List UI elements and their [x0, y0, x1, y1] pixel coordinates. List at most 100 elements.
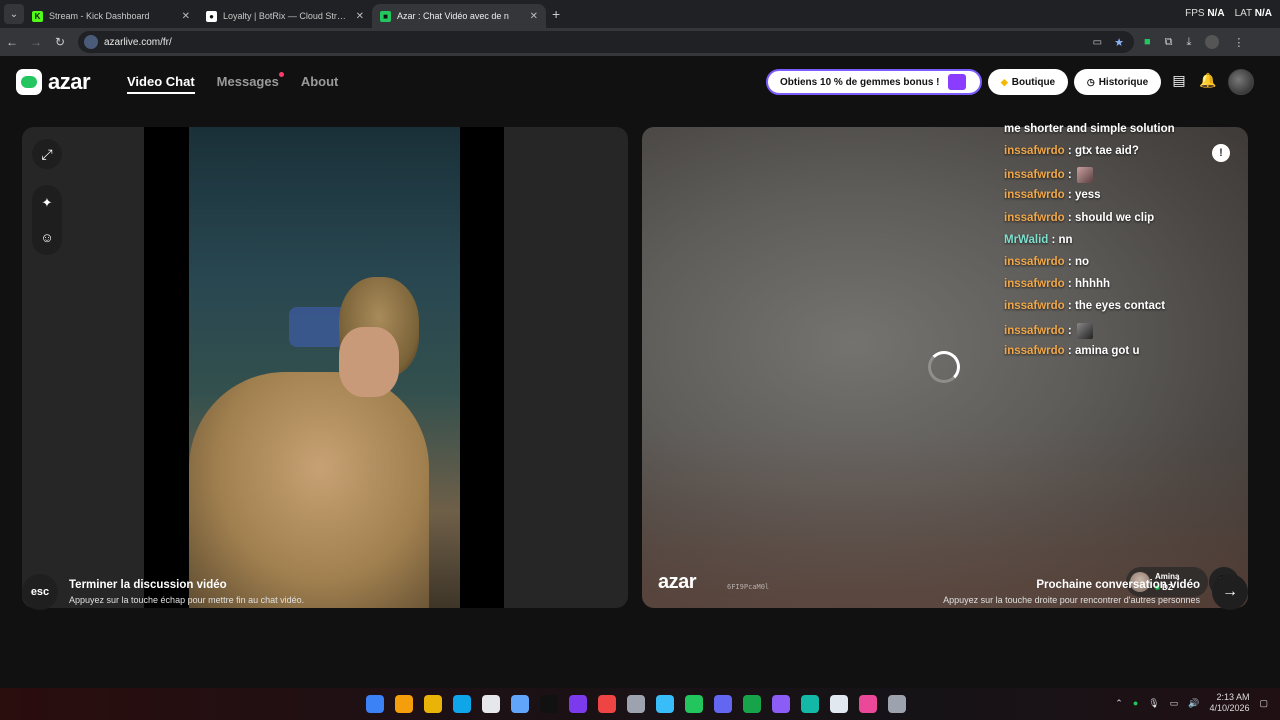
user-avatar[interactable]	[1228, 69, 1254, 95]
chat-message: inssafwrdo : the eyes contact	[1004, 300, 1165, 312]
next-chat-hint: Prochaine conversation vidéo Appuyez sur…	[943, 579, 1200, 605]
taskbar-app-icon[interactable]	[395, 695, 413, 713]
taskbar-app-icon[interactable]	[424, 695, 442, 713]
forward-icon[interactable]: →	[24, 35, 48, 49]
taskbar-apps	[366, 695, 906, 713]
chat-message: MrWalid : nn	[1004, 234, 1073, 246]
address-bar[interactable]: azarlive.com/fr/ ▭ ★	[78, 31, 1134, 53]
profile-avatar[interactable]	[1205, 35, 1220, 49]
taskbar-app-icon[interactable]	[772, 695, 790, 713]
tab-close-icon[interactable]: ✕	[182, 11, 190, 22]
taskbar-app-icon[interactable]	[453, 695, 471, 713]
tab-title: Loyalty | BotRix — Cloud Stream	[223, 11, 350, 21]
chat-username: inssafwrdo	[1004, 211, 1065, 224]
chat-text: nn	[1058, 233, 1073, 246]
tab-close-icon[interactable]: ✕	[356, 11, 364, 22]
bookmark-star-icon[interactable]: ★	[1114, 36, 1124, 49]
chat-separator: :	[1064, 189, 1075, 202]
taskbar-app-icon[interactable]	[511, 695, 529, 713]
new-tab-icon[interactable]: +	[552, 6, 560, 22]
taskbar-app-icon[interactable]	[598, 695, 616, 713]
network-icon[interactable]: ▭	[1170, 698, 1179, 709]
taskbar-app-icon[interactable]	[482, 695, 500, 713]
chat-username: MrWalid	[1004, 233, 1049, 246]
taskbar-app-icon[interactable]	[366, 695, 384, 713]
self-camera-feed	[189, 127, 460, 608]
bell-icon[interactable]: 🔔	[1198, 72, 1218, 92]
taskbar-app-icon[interactable]	[569, 695, 587, 713]
taskbar-app-icon[interactable]	[888, 695, 906, 713]
tray-chevron-icon[interactable]: ⌃	[1115, 698, 1123, 709]
gem-promo-button[interactable]: Obtiens 10 % de gemmes bonus !	[766, 69, 982, 95]
chat-username: inssafwrdo	[1004, 300, 1065, 313]
report-icon[interactable]: !	[1212, 144, 1230, 162]
nav-messages[interactable]: Messages	[216, 72, 284, 94]
taskbar-app-icon[interactable]	[685, 695, 703, 713]
video-tools: ⤢ ✦ ☺	[32, 139, 62, 255]
nav-messages-label: Messages	[216, 74, 279, 89]
site-info-icon[interactable]	[84, 35, 98, 49]
download-icon[interactable]: ⤓	[1187, 36, 1192, 49]
microphone-icon[interactable]: 🎙	[1148, 698, 1159, 709]
tab-close-icon[interactable]: ✕	[530, 11, 538, 22]
chat-text: the eyes contact	[1074, 300, 1166, 313]
browser-menu-icon[interactable]: ⋮	[1233, 36, 1244, 49]
esc-button[interactable]: esc	[22, 574, 58, 610]
effects-group: ✦ ☺	[32, 185, 62, 255]
chat-separator: :	[1048, 233, 1059, 246]
browser-tab[interactable]: K Stream - Kick Dashboard ✕	[24, 4, 198, 28]
boutique-button[interactable]: ◆ Boutique	[988, 69, 1068, 95]
volume-icon[interactable]: 🔊	[1188, 698, 1199, 709]
chat-text: no	[1074, 256, 1090, 268]
chat-username: inssafwrdo	[1004, 145, 1065, 157]
notifications-icon[interactable]: ▢	[1259, 698, 1268, 709]
chat-message: inssafwrdo : hhhhh	[1004, 278, 1110, 290]
browser-tab[interactable]: ■ Azar : Chat Vidéo avec de n ✕	[372, 4, 546, 28]
azar-watermark: azar	[658, 571, 697, 593]
azar-logo[interactable]: azar	[16, 69, 91, 95]
chat-message: inssafwrdo : gtx tae aid?	[1004, 145, 1139, 157]
chat-text: gtx tae aid?	[1074, 145, 1139, 157]
historique-button[interactable]: ◷ Historique	[1074, 69, 1161, 95]
reload-icon[interactable]: ↻	[48, 35, 72, 49]
taskbar-app-icon[interactable]	[743, 695, 761, 713]
extensions-puzzle-icon[interactable]: ⧉	[1165, 36, 1173, 49]
historique-label: Historique	[1098, 76, 1149, 88]
logo-text: azar	[48, 69, 91, 94]
tab-favicon-icon: ■	[380, 10, 391, 22]
chat-separator: :	[1064, 278, 1075, 291]
taskbar-app-icon[interactable]	[714, 695, 732, 713]
clock[interactable]: 2:13 AM 4/10/2026	[1209, 692, 1249, 714]
chat-separator: :	[1064, 169, 1075, 182]
chat-username: inssafwrdo	[1004, 344, 1065, 357]
chat-emote-icon	[1076, 167, 1093, 184]
nav-about[interactable]: About	[301, 74, 339, 94]
nav-video-chat[interactable]: Video Chat	[127, 74, 195, 94]
taskbar-app-icon[interactable]	[627, 695, 645, 713]
chat-text: should we clip	[1074, 211, 1155, 224]
browser-tab[interactable]: ● Loyalty | BotRix — Cloud Stream ✕	[198, 4, 372, 28]
expand-icon[interactable]: ⤢	[32, 139, 62, 169]
extension-icon[interactable]: ■	[1144, 36, 1151, 48]
face-filter-icon[interactable]: ☺	[35, 225, 59, 249]
taskbar-app-icon[interactable]	[656, 695, 674, 713]
back-icon[interactable]: ←	[0, 35, 24, 49]
chat-username: inssafwrdo	[1004, 324, 1065, 337]
magic-wand-icon[interactable]: ✦	[35, 191, 59, 215]
taskbar-app-icon[interactable]	[830, 695, 848, 713]
inbox-icon[interactable]: ▤	[1169, 72, 1189, 92]
fps-value: N/A	[1207, 8, 1225, 19]
tray-app-icon[interactable]: ●	[1133, 698, 1138, 708]
browser-toolbar: ← → ↻ azarlive.com/fr/ ▭ ★ ■ ⧉ ⤓ ⋮	[0, 28, 1280, 56]
cast-icon[interactable]: ▭	[1093, 37, 1102, 48]
match-id: 6FI9PcaM0l	[727, 583, 770, 591]
end-chat-hint: Terminer la discussion vidéo Appuyez sur…	[69, 579, 304, 605]
next-arrow-button[interactable]: →	[1212, 574, 1248, 610]
chat-separator: :	[1064, 211, 1075, 224]
taskbar-app-icon[interactable]	[859, 695, 877, 713]
next-chat-subtitle: Appuyez sur la touche droite pour rencon…	[943, 595, 1200, 605]
taskbar-app-icon[interactable]	[801, 695, 819, 713]
self-video-panel: ⤢ ✦ ☺	[22, 127, 628, 608]
taskbar-app-icon[interactable]	[540, 695, 558, 713]
tab-search-icon[interactable]: ⌄	[4, 4, 24, 24]
